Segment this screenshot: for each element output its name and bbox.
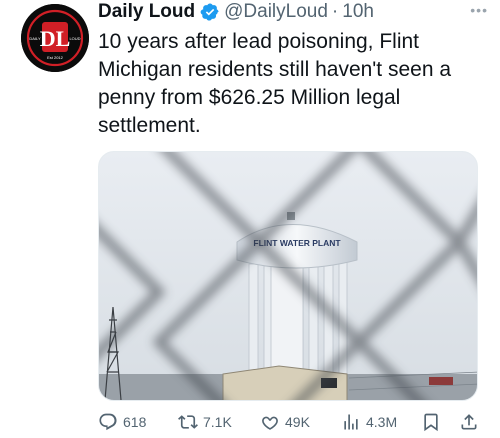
reply-count: 618 [123,414,147,430]
like-button[interactable]: 49K [260,412,310,432]
tweet-time[interactable]: 10h [342,0,374,24]
tweet-image[interactable]: FLINT WATER PLANT [98,151,478,401]
views-button[interactable]: 4.3M [341,412,397,432]
like-count: 49K [285,414,310,430]
avatar-logo-bottom: Est 2012 [47,55,64,60]
author-handle[interactable]: @DailyLoud [224,0,328,24]
bookmark-icon [421,412,446,432]
reply-icon [98,412,123,432]
like-icon [260,412,285,432]
retweet-button[interactable]: 7.1K [178,412,232,432]
avatar-logo-right: LOUD [69,36,80,41]
avatar-logo-letters: DL [40,26,71,51]
avatar[interactable]: DL DAILY LOUD Est 2012 [21,4,89,72]
separator: · [331,1,339,22]
author-name[interactable]: Daily Loud [98,0,195,24]
avatar-logo-left: DAILY [29,36,41,41]
views-icon [341,412,366,432]
reply-button[interactable]: 618 [98,412,146,432]
tweet-header: Daily Loud @DailyLoud · 10h [98,0,374,24]
bookmark-button[interactable] [421,412,446,432]
retweet-icon [178,412,203,432]
tweet-text: 10 years after lead poisoning, Flint Mic… [98,30,452,137]
share-icon [459,412,484,432]
view-count: 4.3M [366,414,398,430]
retweet-count: 7.1K [203,414,232,430]
share-button[interactable] [459,412,484,432]
verified-icon[interactable] [200,2,220,22]
more-icon[interactable]: ••• [470,2,488,18]
action-bar: 618 7.1K 49K 4.3M [98,409,490,435]
